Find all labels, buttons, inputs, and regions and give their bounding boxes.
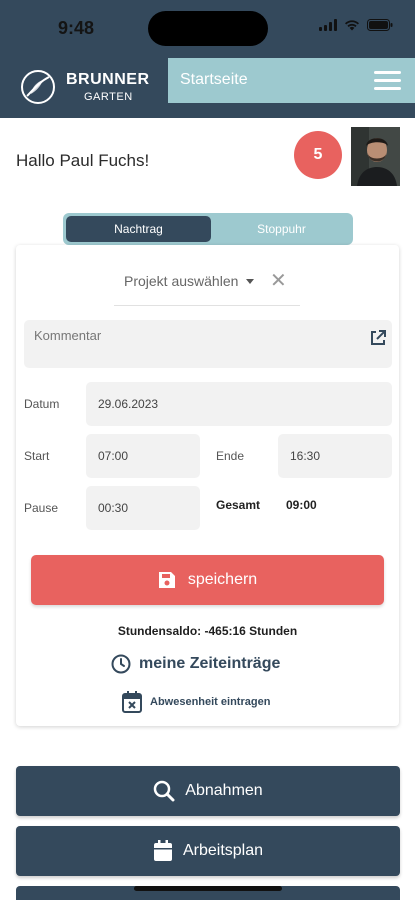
- start-label: Start: [24, 449, 50, 463]
- menu-bar: [374, 71, 401, 74]
- mode-segment-control: Nachtrag Stoppuhr: [63, 213, 353, 245]
- external-link-icon[interactable]: [368, 328, 388, 348]
- comment-placeholder: Kommentar: [34, 328, 102, 343]
- absence-entry-label: Abwesenheit eintragen: [150, 696, 271, 708]
- work-plan-button[interactable]: Arbeitsplan: [16, 826, 400, 876]
- total-value: 09:00: [286, 498, 317, 512]
- my-time-entries-link[interactable]: meine Zeiteinträge: [111, 654, 280, 674]
- tab-nachtrag[interactable]: Nachtrag: [66, 216, 211, 242]
- inspections-label: Abnahmen: [185, 782, 263, 799]
- start-time-field[interactable]: 07:00: [86, 434, 200, 478]
- battery-icon: [367, 19, 393, 31]
- pause-label: Pause: [24, 501, 59, 515]
- calendar-icon: [153, 840, 172, 861]
- total-label: Gesamt: [216, 498, 261, 512]
- wifi-icon: [345, 20, 359, 31]
- end-time-field[interactable]: 16:30: [278, 434, 392, 478]
- project-select-underline: [114, 305, 300, 306]
- logo-subtitle: GARTEN: [84, 91, 133, 103]
- status-time: 9:48: [58, 18, 95, 38]
- inspections-button[interactable]: Abnahmen: [16, 766, 400, 816]
- avatar[interactable]: [351, 127, 400, 186]
- page-title: Startseite: [180, 71, 248, 88]
- clock-icon: [111, 654, 131, 674]
- end-label: Ende: [216, 449, 245, 463]
- clear-project-icon[interactable]: ✕: [270, 271, 287, 291]
- calendar-x-icon: [122, 691, 142, 713]
- caret-down-icon: [246, 278, 255, 284]
- work-plan-label: Arbeitsplan: [182, 842, 264, 859]
- logo-brand: BRUNNER: [66, 71, 150, 88]
- search-icon: [154, 780, 175, 802]
- signal-icon: [319, 19, 337, 31]
- menu-icon[interactable]: [374, 71, 401, 91]
- comment-field[interactable]: Kommentar: [24, 320, 392, 368]
- absence-entry-link[interactable]: Abwesenheit eintragen: [122, 691, 270, 713]
- home-indicator: [134, 886, 282, 891]
- my-time-entries-label: meine Zeiteinträge: [139, 655, 281, 672]
- date-field[interactable]: 29.06.2023: [86, 382, 392, 426]
- menu-bar: [374, 79, 401, 82]
- menu-bar: [374, 87, 401, 90]
- date-label: Datum: [24, 397, 60, 411]
- logo-icon: [21, 70, 55, 104]
- avatar-image: [351, 127, 400, 186]
- status-icons: [319, 19, 393, 31]
- hours-balance: Stundensaldo: -465:16 Stunden: [117, 624, 298, 638]
- notification-badge[interactable]: 5: [294, 131, 342, 179]
- pause-field[interactable]: 00:30: [86, 486, 200, 530]
- project-select-label: Projekt auswählen: [124, 273, 239, 289]
- camera-notch: [148, 11, 268, 46]
- save-button[interactable]: speichern: [31, 555, 384, 605]
- save-icon: [158, 572, 175, 588]
- project-select[interactable]: Projekt auswählen: [124, 273, 255, 289]
- save-button-label: speichern: [187, 571, 258, 588]
- tab-stoppuhr[interactable]: Stoppuhr: [213, 216, 350, 242]
- greeting-text: Hallo Paul Fuchs!: [16, 151, 150, 170]
